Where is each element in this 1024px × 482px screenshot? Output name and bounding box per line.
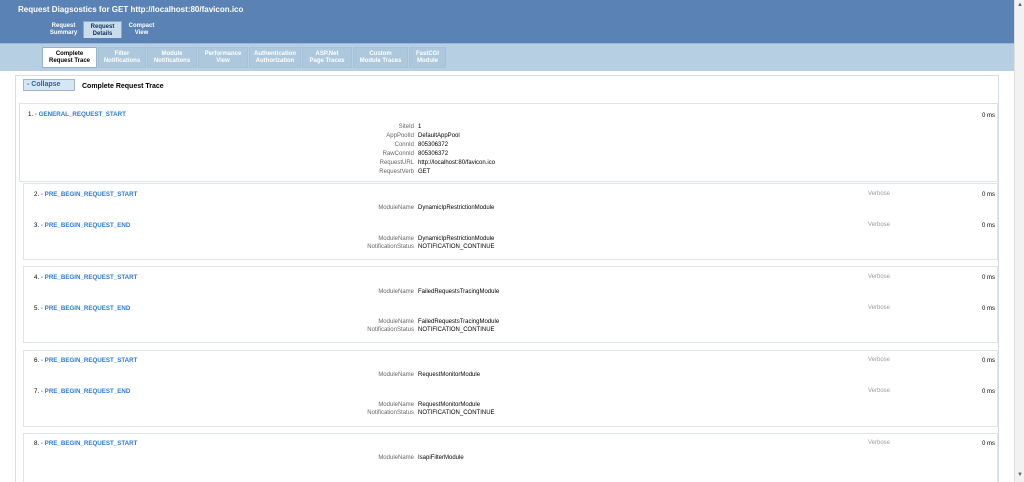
tab-filter-notifications[interactable]: Filter Notifications (98, 47, 146, 68)
collapse-button[interactable]: - Collapse (23, 79, 75, 91)
event-6[interactable]: 6. - PRE_BEGIN_REQUEST_START (34, 357, 137, 364)
trace-content: - Collapse Complete Request Trace 1. - G… (15, 75, 999, 482)
top-tabs: Request Summary Request Details Compact … (44, 21, 161, 38)
event-4[interactable]: 4. - PRE_BEGIN_REQUEST_START (34, 274, 137, 281)
event-8[interactable]: 8. - PRE_BEGIN_REQUEST_START (34, 440, 137, 447)
trace-title: Complete Request Trace (82, 83, 164, 90)
tab-custom-module-traces[interactable]: Custom Module Traces (353, 47, 408, 68)
event-7[interactable]: 7. - PRE_BEGIN_REQUEST_END (34, 388, 130, 395)
tab-module-notifications[interactable]: Module Notifications (147, 47, 197, 68)
tab-fastcgi-module[interactable]: FastCGI Module (409, 47, 446, 68)
tab-request-details[interactable]: Request Details (83, 21, 122, 38)
window-header: Request Diagsostics for GET http://local… (0, 0, 1014, 43)
event-3[interactable]: 3. - PRE_BEGIN_REQUEST_END (34, 222, 130, 229)
tab-aspnet-page-traces[interactable]: ASP.Net Page Traces (302, 47, 352, 68)
tab-complete-request-trace[interactable]: Complete Request Trace (42, 47, 97, 68)
event-5[interactable]: 5. - PRE_BEGIN_REQUEST_END (34, 305, 130, 312)
tab-performance-view[interactable]: Performance View (198, 47, 248, 68)
vertical-scrollbar[interactable]: ▲ ▼ (1014, 0, 1024, 482)
sub-navigation: Complete Request Trace Filter Notificati… (0, 43, 1014, 71)
tab-authentication-authorization[interactable]: Authentication Authorization (249, 47, 301, 68)
scroll-up-icon[interactable]: ▲ (1017, 2, 1023, 8)
tab-request-summary[interactable]: Request Summary (44, 21, 83, 38)
event-2[interactable]: 2. - PRE_BEGIN_REQUEST_START (34, 191, 137, 198)
scroll-down-icon[interactable]: ▼ (1017, 472, 1023, 478)
event-1[interactable]: 1. - GENERAL_REQUEST_START (28, 111, 126, 118)
page-title: Request Diagsostics for GET http://local… (18, 5, 244, 14)
tab-compact-view[interactable]: Compact View (122, 21, 161, 38)
